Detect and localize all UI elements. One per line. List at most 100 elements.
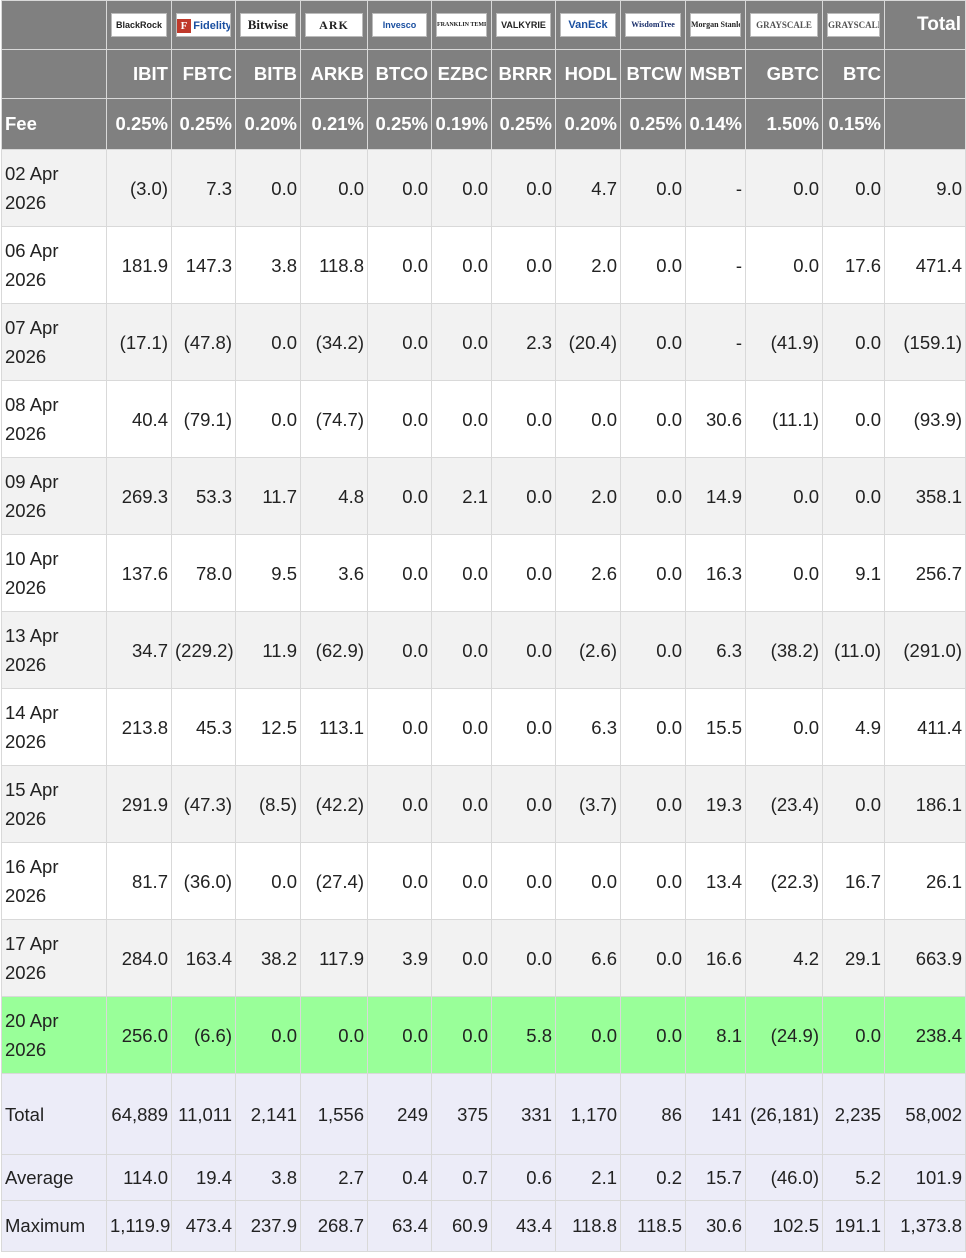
- summary-cell: 191.1: [822, 1200, 885, 1252]
- fidelity-logo: F Fidelity: [176, 13, 231, 37]
- flow-cell: 284.0: [106, 919, 172, 997]
- summary-cell: 102.5: [745, 1200, 823, 1252]
- ticker-hodl: HODL: [555, 49, 621, 99]
- flow-cell: (41.9): [745, 303, 823, 381]
- flow-cell: 30.6: [685, 380, 746, 458]
- flow-cell: 0.0: [431, 534, 492, 612]
- flow-cell: 0.0: [620, 842, 686, 920]
- flow-cell: 0.0: [235, 380, 301, 458]
- flow-cell: 0.0: [491, 842, 556, 920]
- flow-cell: 0.0: [367, 996, 432, 1074]
- summary-cell: 19.4: [171, 1154, 236, 1201]
- etf-flows-table: BlackRock F Fidelity Bitwise ARK Invesco…: [1, 0, 966, 1252]
- flow-cell: 0.0: [367, 688, 432, 766]
- flow-cell: 12.5: [235, 688, 301, 766]
- flow-cell: 0.0: [235, 303, 301, 381]
- flow-cell: 0.0: [491, 380, 556, 458]
- ticker-fbtc: FBTC: [171, 49, 236, 99]
- flow-cell: (17.1): [106, 303, 172, 381]
- flow-cell: 163.4: [171, 919, 236, 997]
- summary-cell: 0.7: [431, 1154, 492, 1201]
- row-total-cell: 186.1: [884, 765, 966, 843]
- flow-cell: 0.0: [367, 457, 432, 535]
- flow-cell: 78.0: [171, 534, 236, 612]
- flow-cell: 181.9: [106, 226, 172, 304]
- table-row: 10 Apr 2026 137.6 78.0 9.5 3.6 0.0 0.0 0.0 2.6 0.…: [1, 534, 966, 612]
- row-total-cell: 358.1: [884, 457, 966, 535]
- flow-cell: 0.0: [367, 380, 432, 458]
- summary-label: Average: [1, 1154, 107, 1201]
- franklin-templeton-logo: FRANKLIN TEMPLETON: [436, 13, 487, 37]
- flow-cell: 0.0: [367, 303, 432, 381]
- flow-cell: 19.3: [685, 765, 746, 843]
- summary-cell: 375: [431, 1073, 492, 1155]
- flow-cell: 4.7: [555, 149, 621, 227]
- flow-cell: (3.7): [555, 765, 621, 843]
- flow-cell: 15.5: [685, 688, 746, 766]
- summary-cell: 1,119.9: [106, 1200, 172, 1252]
- summary-cell: 2,141: [235, 1073, 301, 1155]
- table-row: 13 Apr 2026 34.7 (229.2) 11.9 (62.9) 0.0 0.0 0.…: [1, 611, 966, 689]
- flow-cell: 0.0: [235, 149, 301, 227]
- flow-cell: 11.7: [235, 457, 301, 535]
- flow-cell: 0.0: [745, 457, 823, 535]
- vaneck-logo: VanEck: [560, 13, 616, 37]
- flow-cell: 0.0: [300, 996, 368, 1074]
- summary-row: Maximum 1,119.9 473.4 237.9 268.7 63.4 60.9 43.…: [1, 1200, 966, 1252]
- flow-cell: 0.0: [491, 919, 556, 997]
- flow-cell: 269.3: [106, 457, 172, 535]
- flow-cell: 0.0: [620, 611, 686, 689]
- flow-cell: 14.9: [685, 457, 746, 535]
- flow-cell: 213.8: [106, 688, 172, 766]
- blackrock-logo: BlackRock: [111, 13, 167, 37]
- flow-cell: 0.0: [822, 457, 885, 535]
- fee-value: 0.19%: [431, 98, 492, 150]
- flow-cell: 0.0: [491, 226, 556, 304]
- row-total-cell: 256.7: [884, 534, 966, 612]
- grayscale-btc-logo: GRAYSCALE: [827, 13, 880, 37]
- flow-cell: 0.0: [431, 226, 492, 304]
- summary-cell: (46.0): [745, 1154, 823, 1201]
- flow-cell: 0.0: [822, 765, 885, 843]
- flow-cell: 0.0: [431, 611, 492, 689]
- flow-cell: 2.3: [491, 303, 556, 381]
- ticker-row: IBIT FBTC BITB ARKB BTCO EZBC BRRR HODL …: [1, 49, 966, 99]
- flow-cell: 0.0: [367, 611, 432, 689]
- row-date: 07 Apr 2026: [1, 303, 107, 381]
- summary-cell: 30.6: [685, 1200, 746, 1252]
- flow-cell: 0.0: [745, 149, 823, 227]
- fee-value: 0.25%: [171, 98, 236, 150]
- table-row: 02 Apr 2026 (3.0) 7.3 0.0 0.0 0.0 0.0 0.0 4.7 0.0…: [1, 149, 966, 227]
- flow-cell: 0.0: [491, 765, 556, 843]
- flow-cell: 113.1: [300, 688, 368, 766]
- ticker-msbt: MSBT: [685, 49, 746, 99]
- flow-cell: 53.3: [171, 457, 236, 535]
- summary-cell: 3.8: [235, 1154, 301, 1201]
- flow-cell: 0.0: [491, 457, 556, 535]
- flow-cell: 0.0: [491, 688, 556, 766]
- fee-value: 0.25%: [491, 98, 556, 150]
- summary-cell: 60.9: [431, 1200, 492, 1252]
- flow-cell: (22.3): [745, 842, 823, 920]
- bitwise-logo: Bitwise: [240, 13, 296, 37]
- summary-cell: 249: [367, 1073, 432, 1155]
- flow-cell: 0.0: [620, 765, 686, 843]
- summary-row: Average 114.0 19.4 3.8 2.7 0.4 0.7 0.6 2.1 0.2 15.…: [1, 1154, 966, 1201]
- flow-cell: 0.0: [620, 688, 686, 766]
- summary-label: Maximum: [1, 1200, 107, 1252]
- flow-cell: 0.0: [745, 534, 823, 612]
- flow-cell: (2.6): [555, 611, 621, 689]
- flow-cell: 40.4: [106, 380, 172, 458]
- summary-cell: 0.2: [620, 1154, 686, 1201]
- flow-cell: 9.5: [235, 534, 301, 612]
- total-column-header: Total: [884, 0, 966, 50]
- ticker-gbtc: GBTC: [745, 49, 823, 99]
- row-date: 09 Apr 2026: [1, 457, 107, 535]
- flow-cell: (34.2): [300, 303, 368, 381]
- morgan-stanley-logo: Morgan Stanley: [690, 13, 741, 37]
- flow-cell: 117.9: [300, 919, 368, 997]
- summary-cell: 118.5: [620, 1200, 686, 1252]
- flow-cell: (23.4): [745, 765, 823, 843]
- ticker-btc: BTC: [822, 49, 885, 99]
- ticker-arkb: ARKB: [300, 49, 368, 99]
